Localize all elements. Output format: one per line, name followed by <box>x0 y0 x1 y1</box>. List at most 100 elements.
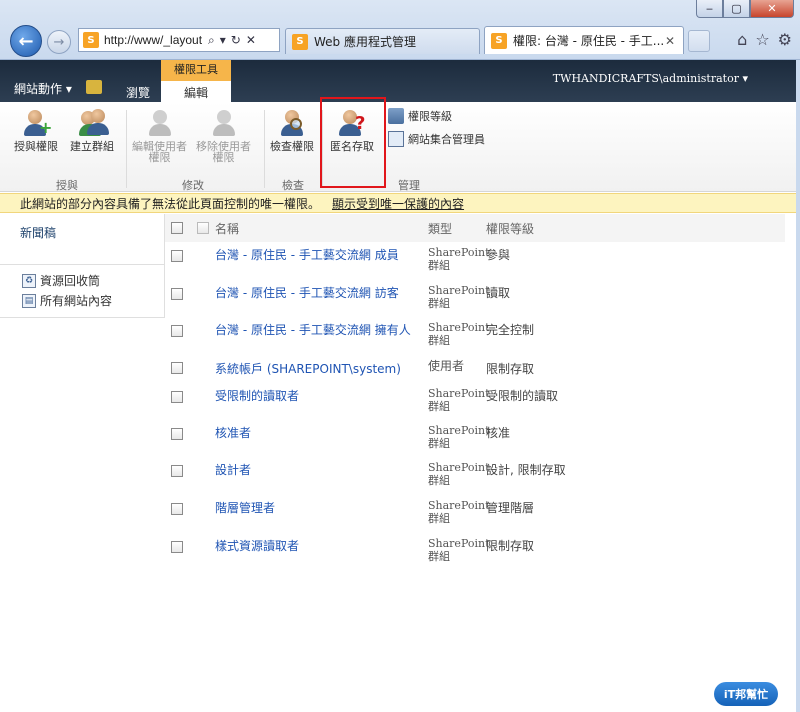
select-all-checkbox[interactable] <box>171 222 183 234</box>
permission-levels-button[interactable]: 權限等級 <box>388 108 452 124</box>
row-checkbox[interactable] <box>171 325 183 337</box>
row-checkbox[interactable] <box>171 465 183 477</box>
ithome-watermark-logo: iT邦幫忙 <box>714 682 778 706</box>
maximize-button[interactable]: ▢ <box>723 0 750 18</box>
recycle-bin-label: 資源回收筒 <box>40 274 101 288</box>
stop-icon[interactable]: ✕ <box>246 33 256 48</box>
row-level: 讀取 <box>486 286 511 300</box>
remove-user-label-2: 權限 <box>212 151 235 164</box>
column-header-name[interactable]: 名稱 <box>215 220 239 237</box>
row-level: 核准 <box>486 426 511 440</box>
check-permissions-button[interactable]: 檢查權限 <box>270 108 314 152</box>
row-name-link[interactable]: 台灣 - 原住民 - 手工藝交流網 成員 <box>215 246 399 263</box>
dropdown-icon[interactable]: ▾ <box>220 33 226 48</box>
row-checkbox[interactable] <box>171 428 183 440</box>
minimize-button[interactable]: ‒ <box>696 0 723 18</box>
search-icon[interactable]: ⌕ <box>208 33 215 48</box>
column-header-type[interactable]: 類型 <box>428 220 452 237</box>
window-border <box>796 60 800 712</box>
create-group-label: 建立群組 <box>70 140 114 153</box>
tab-label: 權限: 台灣 - 原住民 - 手工... <box>513 34 665 48</box>
row-level: 參與 <box>486 248 511 262</box>
row-checkbox[interactable] <box>171 391 183 403</box>
row-level: 完全控制 <box>486 323 535 337</box>
group-label-modify: 修改 <box>182 179 204 192</box>
permission-levels-label: 權限等級 <box>408 110 452 123</box>
new-tab-button[interactable] <box>688 30 710 52</box>
tab-browse[interactable]: 瀏覽 <box>114 82 162 102</box>
favorites-star-icon[interactable]: ☆ <box>755 30 769 49</box>
row-name-link[interactable]: 階層管理者 <box>215 499 275 516</box>
tab-edit[interactable]: 編輯 <box>161 78 231 102</box>
grant-permissions-button[interactable]: + 授與權限 <box>14 108 58 152</box>
browser-tab-web-app[interactable]: S Web 應用程式管理 <box>285 28 480 54</box>
group-label-check: 檢查 <box>282 179 304 192</box>
edit-user-label-2: 權限 <box>148 151 171 164</box>
row-name-link[interactable]: 系統帳戶 (SHAREPOINT\system) <box>215 360 401 377</box>
row-name-link[interactable]: 核准者 <box>215 424 251 441</box>
all-site-content-link[interactable]: ▤ 所有網站內容 <box>22 292 112 309</box>
grant-permissions-icon: + <box>21 108 52 138</box>
group-separator <box>126 110 127 188</box>
row-checkbox[interactable] <box>171 250 183 262</box>
row-checkbox[interactable] <box>171 288 183 300</box>
group-label-grant: 授與 <box>56 179 78 192</box>
site-admins-label: 網站集合管理員 <box>408 133 485 146</box>
magnifier-user-icon <box>277 108 307 138</box>
create-group-button[interactable]: 建立群組 <box>70 108 114 152</box>
site-collection-admins-button[interactable]: 網站集合管理員 <box>388 131 485 147</box>
address-tools: ⌕ ▾ ↻ ✕ <box>208 33 256 48</box>
refresh-icon[interactable]: ↻ <box>231 33 241 48</box>
site-actions-menu[interactable]: 網站動作 ▾ <box>14 80 72 97</box>
user-menu[interactable]: TWHANDICRAFTS\administrator ▾ <box>553 72 748 85</box>
remove-user-permissions-icon <box>209 108 239 138</box>
row-level: 受限制的讀取 <box>486 389 559 403</box>
forward-button[interactable]: → <box>47 30 71 54</box>
table-header <box>165 214 785 242</box>
tab-label: Web 應用程式管理 <box>314 35 416 49</box>
leftnav-divider <box>0 264 165 265</box>
row-name-link[interactable]: 設計者 <box>215 461 251 478</box>
row-type: SharePoint 群組 <box>428 537 490 563</box>
user-name: TWHANDICRAFTS\administrator <box>552 72 739 85</box>
row-level: 限制存取 <box>486 539 535 553</box>
edit-user-permissions-icon <box>145 108 175 138</box>
notice-bar: 此網站的部分內容具備了無法從此頁面控制的唯一權限。 顯示受到唯一保護的內容 <box>0 193 800 213</box>
chevron-down-icon: ▾ <box>65 82 72 96</box>
row-name-link[interactable]: 樣式資源讀取者 <box>215 537 299 554</box>
row-level: 管理階層 <box>486 501 535 515</box>
row-level: 設計, 限制存取 <box>486 463 566 477</box>
edit-user-permissions-button[interactable]: 編輯使用者 權限 <box>132 108 187 163</box>
browser-tab-permissions[interactable]: S 權限: 台灣 - 原住民 - 手工... ✕ <box>484 26 684 54</box>
row-type: SharePoint 群組 <box>428 321 490 347</box>
row-checkbox[interactable] <box>171 503 183 515</box>
show-unique-content-link[interactable]: 顯示受到唯一保護的內容 <box>332 195 464 212</box>
recycle-bin-link[interactable]: ♻ 資源回收筒 <box>22 272 100 289</box>
row-name-link[interactable]: 台灣 - 原住民 - 手工藝交流網 擁有人 <box>215 321 411 338</box>
check-permissions-label: 檢查權限 <box>270 140 314 153</box>
row-name-link[interactable]: 台灣 - 原住民 - 手工藝交流網 訪客 <box>215 284 399 301</box>
row-type: SharePoint 群組 <box>428 424 490 450</box>
row-name-link[interactable]: 受限制的讀取者 <box>215 387 299 404</box>
context-group-label: 權限工具 <box>161 60 231 78</box>
navigate-up-icon[interactable] <box>86 80 102 94</box>
back-button[interactable]: ← <box>10 25 42 57</box>
recycle-bin-icon: ♻ <box>22 273 36 288</box>
leftnav-news-link[interactable]: 新聞稿 <box>20 224 56 241</box>
site-actions-label: 網站動作 <box>14 82 63 96</box>
row-type: SharePoint 群組 <box>428 246 490 272</box>
home-icon[interactable]: ⌂ <box>737 30 747 49</box>
row-type: 使用者 <box>428 359 465 373</box>
group-label-manage: 管理 <box>398 179 420 192</box>
row-checkbox[interactable] <box>171 362 183 374</box>
left-navigation: 新聞稿 ♻ 資源回收筒 ▤ 所有網站內容 <box>0 214 165 318</box>
close-tab-icon[interactable]: ✕ <box>665 34 675 48</box>
close-window-button[interactable]: ✕ <box>750 0 794 18</box>
column-header-level[interactable]: 權限等級 <box>486 220 534 237</box>
window-controls: ‒ ▢ ✕ <box>696 0 794 18</box>
settings-gear-icon[interactable]: ⚙ <box>778 30 792 49</box>
address-bar[interactable]: S http://www/_layout ⌕ ▾ ↻ ✕ <box>78 28 280 52</box>
highlight-annotation <box>320 97 386 188</box>
row-checkbox[interactable] <box>171 541 183 553</box>
remove-user-permissions-button[interactable]: 移除使用者 權限 <box>196 108 251 163</box>
